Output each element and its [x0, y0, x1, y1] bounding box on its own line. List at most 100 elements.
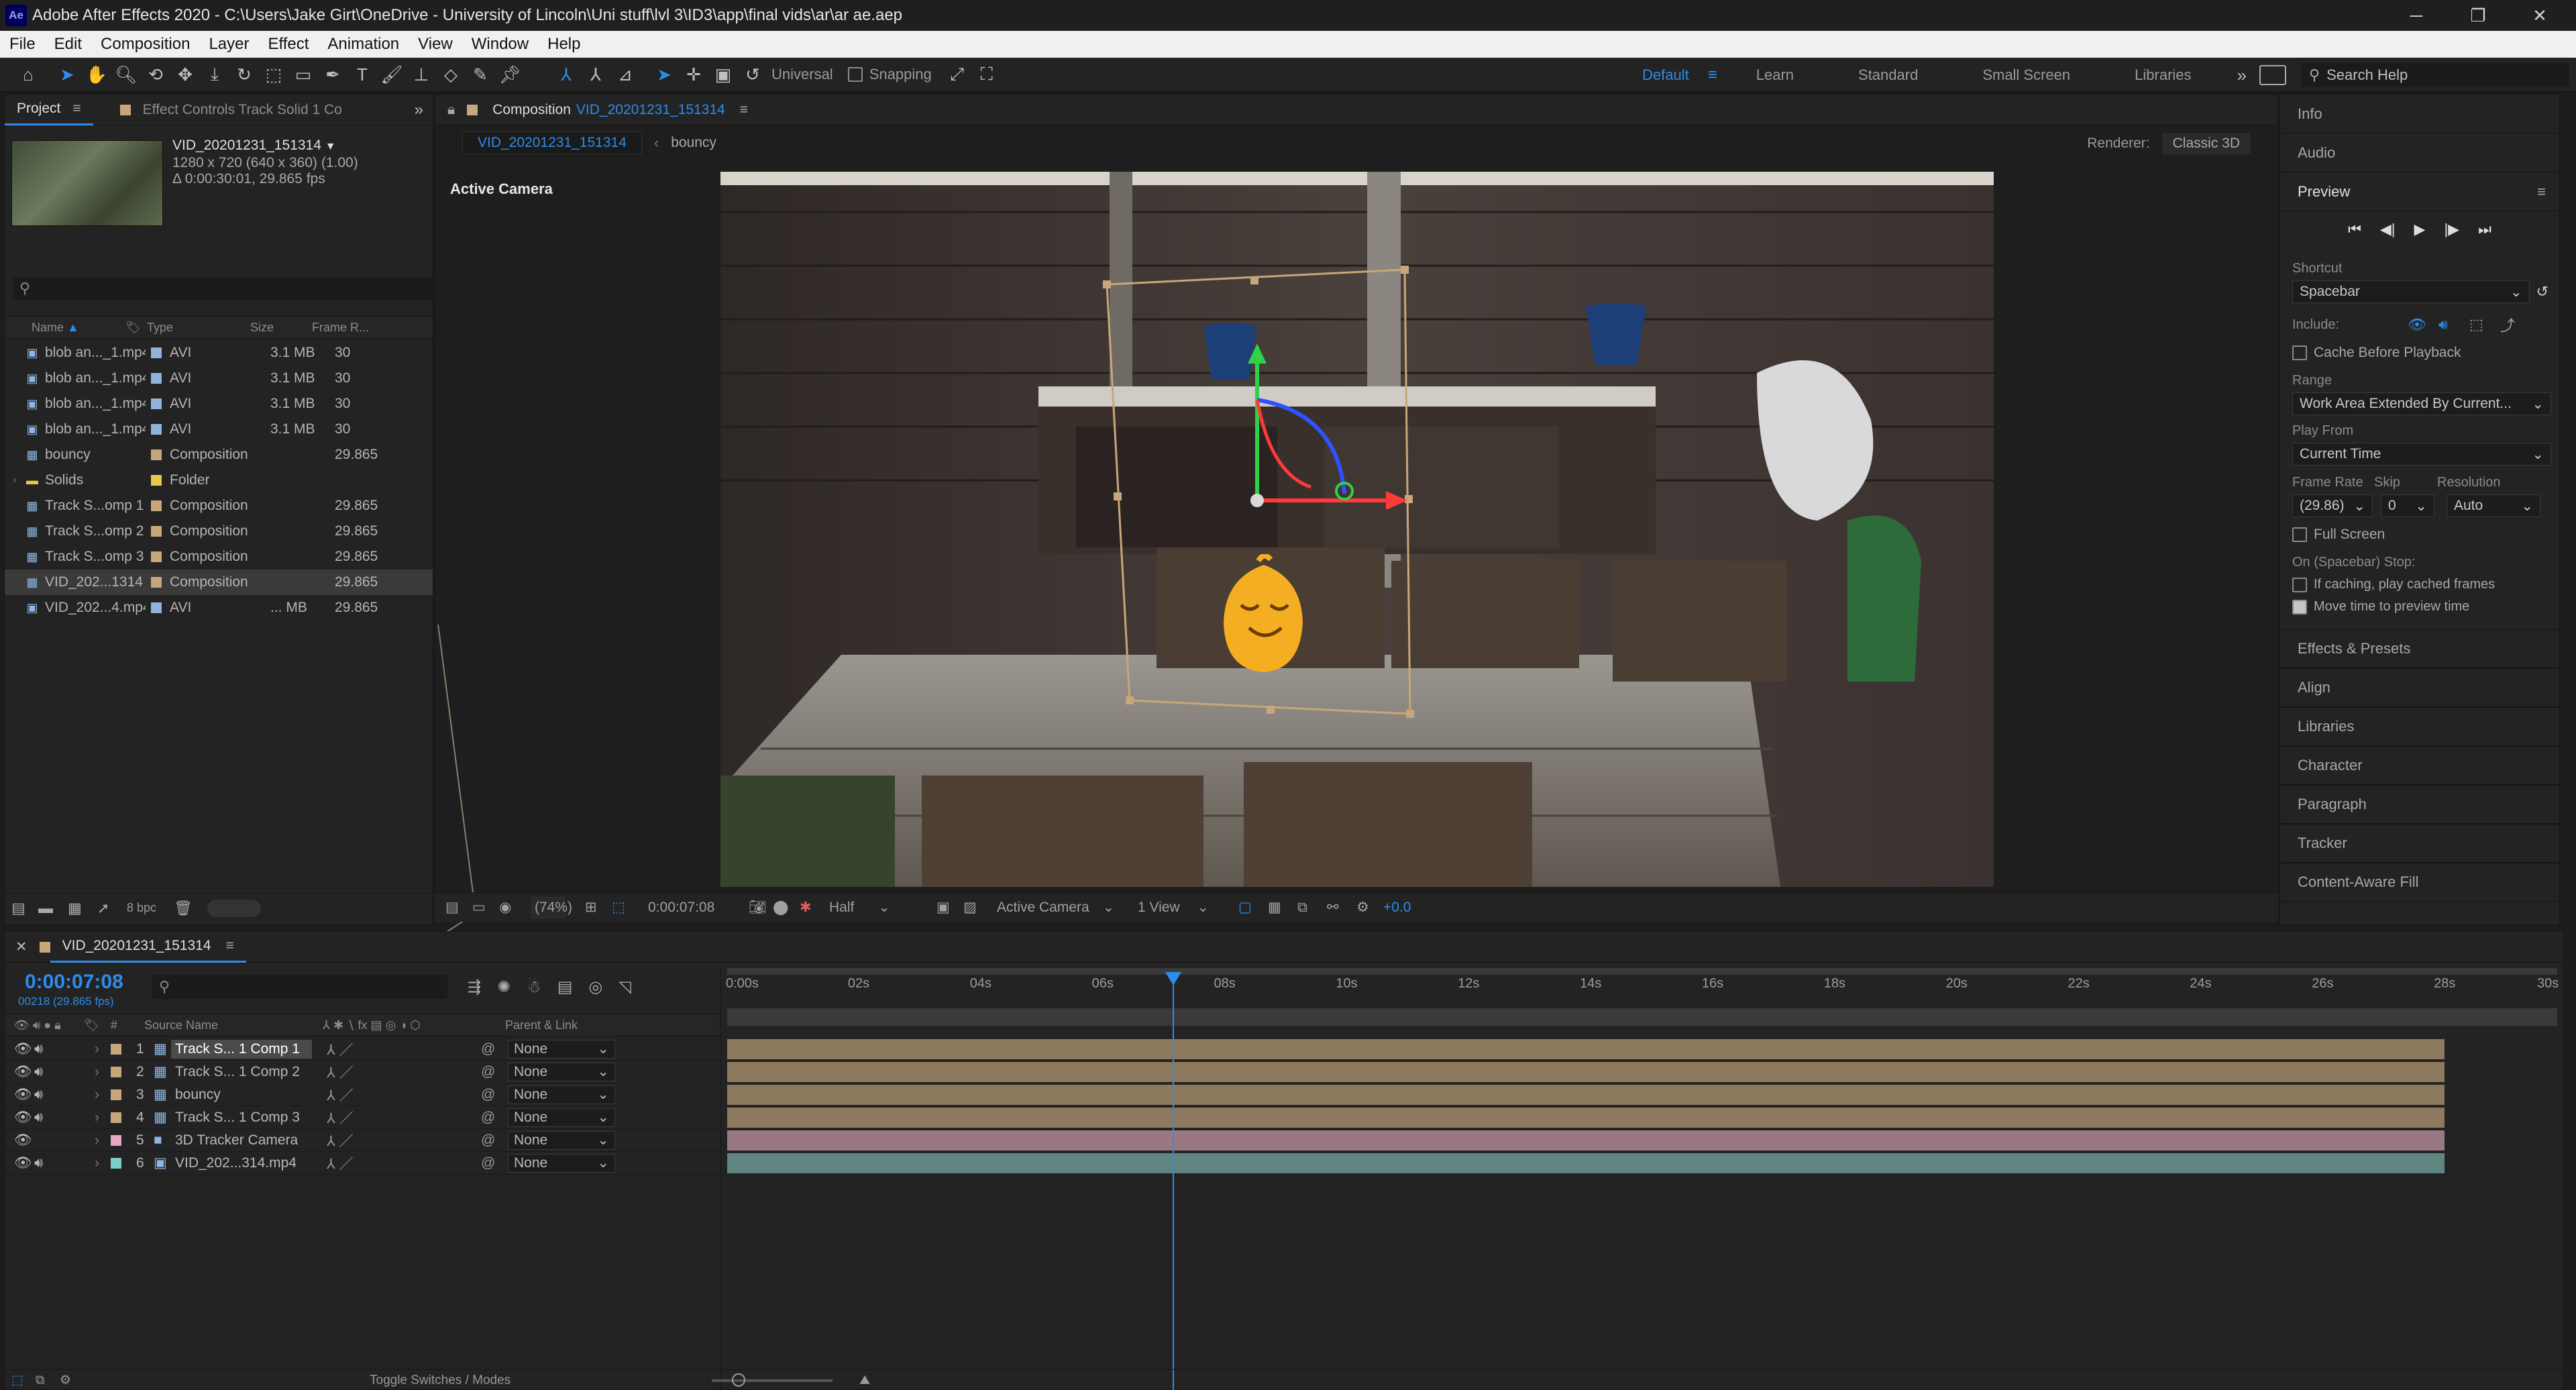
- pickwhip-icon[interactable]: @: [481, 1041, 508, 1057]
- dolly-camera-icon[interactable]: ⤓: [200, 60, 229, 89]
- layer-switches[interactable]: ⅄ ／: [327, 1062, 481, 1082]
- clone-stamp-icon[interactable]: ⊥: [407, 60, 436, 89]
- menu-layer[interactable]: Layer: [199, 35, 258, 54]
- layer-switches[interactable]: ⅄ ／: [327, 1108, 481, 1128]
- project-item[interactable]: ▦ VID_202...1314 Composition 29.865: [5, 570, 433, 595]
- snap-options-icon[interactable]: ⤢: [943, 60, 972, 89]
- layer-name[interactable]: Track S... 1 Comp 2: [171, 1063, 312, 1081]
- breadcrumb-active-comp[interactable]: VID_20201231_151314: [462, 131, 642, 154]
- transparency-grid-icon[interactable]: ⬚: [612, 899, 639, 916]
- if-caching-checkbox[interactable]: [2292, 577, 2307, 592]
- collapsed-panel-effects-presets[interactable]: Effects & Presets: [2280, 629, 2559, 668]
- layer-switches[interactable]: ⅄ ／: [327, 1085, 481, 1105]
- roto-brush-icon[interactable]: ✎: [466, 60, 495, 89]
- parent-dropdown[interactable]: None ⌄: [508, 1108, 615, 1127]
- move-time-checkbox[interactable]: [2292, 599, 2307, 614]
- layer-duration-bar[interactable]: [727, 1130, 2445, 1151]
- eraser-tool-icon[interactable]: ◇: [436, 60, 466, 89]
- menu-view[interactable]: View: [409, 35, 462, 54]
- layer-duration-bar[interactable]: [727, 1062, 2445, 1082]
- pan-behind-icon[interactable]: ⬚: [259, 60, 288, 89]
- timeline-current-time[interactable]: 0:00:07:08: [25, 971, 123, 994]
- mask-visibility-icon[interactable]: ◉: [499, 899, 531, 916]
- time-ruler[interactable]: 0:00s 02s 04s 06s 08s 10s 12s 14s 16s 18s 20s 22s 24…: [726, 968, 2559, 1008]
- visibility-eye-icon[interactable]: 👁︎: [14, 1155, 34, 1171]
- lock-icon[interactable]: 🔒︎: [447, 102, 455, 118]
- av-features-icon[interactable]: 👁︎ 🔊︎ ● 🔒︎: [14, 1018, 84, 1032]
- layer-switches[interactable]: ⅄ ／: [327, 1039, 481, 1059]
- workspace-libraries[interactable]: Libraries: [2116, 66, 2210, 84]
- project-item[interactable]: ▦ Track S...omp 3 Composition 29.865: [5, 544, 433, 570]
- pan-camera-icon[interactable]: ✥: [170, 60, 200, 89]
- always-preview-icon[interactable]: ▤: [445, 899, 472, 916]
- audio-speaker-icon[interactable]: 🔊︎: [34, 1110, 54, 1126]
- project-item[interactable]: › ▬ Solids Folder: [5, 468, 433, 493]
- parent-link-column[interactable]: Parent & Link: [505, 1018, 578, 1032]
- local-axis-icon[interactable]: ⅄: [551, 60, 581, 89]
- layer-duration-bar[interactable]: [727, 1039, 2445, 1059]
- pickwhip-icon[interactable]: @: [481, 1087, 508, 1103]
- reset-shortcut-icon[interactable]: ↺: [2536, 283, 2548, 301]
- layer-row[interactable]: 👁︎ 🔊︎ › 3 ▦ bouncy ⅄ ／ @ None ⌄: [5, 1083, 720, 1106]
- preview-menu-icon[interactable]: ≡: [2537, 183, 2546, 201]
- pickwhip-icon[interactable]: @: [481, 1155, 508, 1171]
- time-graph[interactable]: 0:00s 02s 04s 06s 08s 10s 12s 14s 16s 18s 20s 22s 24…: [720, 968, 2565, 1390]
- audio-panel-header[interactable]: Audio: [2280, 133, 2559, 172]
- layer-row[interactable]: 👁︎ 🔊︎ › 4 ▦ Track S... 1 Comp 3 ⅄ ／ @ None ⌄: [5, 1106, 720, 1129]
- collapsed-panel-libraries[interactable]: Libraries: [2280, 707, 2559, 746]
- toggle-switches-modes-button[interactable]: Toggle Switches / Modes: [370, 1373, 511, 1388]
- layer-name[interactable]: Track S... 1 Comp 3: [171, 1108, 312, 1127]
- layer-row[interactable]: 👁︎ 🔊︎ › 1 ▦ Track S... 1 Comp 1 ⅄ ／ @ None ⌄: [5, 1038, 720, 1061]
- first-frame-icon[interactable]: ⏮: [2348, 221, 2361, 238]
- project-item[interactable]: ▣ blob an..._1.mp4 AVI 3.1 MB 30: [5, 366, 433, 391]
- layer-switches-toggle-icon[interactable]: ⬚: [11, 1373, 36, 1388]
- audio-speaker-icon[interactable]: 🔊︎: [34, 1041, 54, 1057]
- next-frame-icon[interactable]: |▶: [2444, 221, 2459, 238]
- timeline-zoom-slider[interactable]: [712, 1373, 833, 1387]
- rotate-gizmo-icon[interactable]: ↺: [738, 60, 767, 89]
- world-axis-icon[interactable]: ⅄: [581, 60, 610, 89]
- camera-view-dropdown[interactable]: Active Camera ⌄: [997, 899, 1138, 916]
- view-axis-icon[interactable]: ⊿: [610, 60, 640, 89]
- motion-blur-icon[interactable]: ◎: [588, 977, 602, 997]
- collapsed-panel-content-aware-fill[interactable]: Content-Aware Fill: [2280, 863, 2559, 902]
- rotation-tool-icon[interactable]: ↻: [229, 60, 259, 89]
- visibility-eye-icon[interactable]: 👁︎: [14, 1132, 34, 1148]
- cache-before-playback-checkbox[interactable]: [2292, 345, 2307, 360]
- parent-dropdown[interactable]: None ⌄: [508, 1039, 615, 1059]
- move-gizmo-icon[interactable]: ✛: [679, 60, 708, 89]
- composition-menu-icon[interactable]: ≡: [740, 102, 748, 118]
- resolution-dropdown[interactable]: Half ⌄: [829, 899, 936, 916]
- include-audio-icon[interactable]: 🔊︎: [2438, 316, 2469, 333]
- breadcrumb-bouncy[interactable]: bouncy: [671, 135, 716, 151]
- skip-dropdown[interactable]: 0 ⌄: [2381, 494, 2434, 517]
- layer-row[interactable]: 👁︎ 🔊︎ › 6 ▣ VID_202...314.mp4 ⅄ ／ @ None ⌄: [5, 1152, 720, 1175]
- view-layout-dropdown[interactable]: 1 View ⌄: [1138, 899, 1238, 916]
- parent-dropdown[interactable]: None ⌄: [508, 1085, 615, 1104]
- minimize-button[interactable]: ─: [2388, 0, 2445, 31]
- work-area-range[interactable]: [727, 1008, 2557, 1026]
- layer-duration-bar[interactable]: [727, 1108, 2445, 1128]
- transfer-controls-icon[interactable]: ⧉: [36, 1373, 60, 1388]
- exposure-value[interactable]: +0.0: [1383, 900, 1411, 916]
- pickwhip-icon[interactable]: @: [481, 1132, 508, 1148]
- frame-blending-icon[interactable]: ▤: [557, 977, 573, 997]
- snap-target-icon[interactable]: ⛶: [972, 60, 1002, 89]
- orbit-camera-icon[interactable]: ⟲: [141, 60, 170, 89]
- project-item[interactable]: ▦ bouncy Composition 29.865: [5, 442, 433, 468]
- project-item[interactable]: ▦ Track S...omp 2 Composition 29.865: [5, 519, 433, 544]
- maximize-button[interactable]: ❐: [2450, 0, 2506, 31]
- pixel-aspect-icon[interactable]: ▢: [1238, 899, 1268, 916]
- timing-icon[interactable]: ⚙: [60, 1373, 84, 1388]
- parent-dropdown[interactable]: None ⌄: [508, 1153, 615, 1173]
- workspace-default[interactable]: Default: [1623, 66, 1708, 84]
- toggle-transparency-icon[interactable]: ▨: [963, 899, 990, 916]
- thumbnail-scroll-slider[interactable]: [207, 899, 261, 917]
- menu-file[interactable]: File: [0, 35, 45, 54]
- zoom-in-icon[interactable]: ⛰: [859, 1373, 870, 1388]
- column-name[interactable]: Name ▲: [5, 321, 125, 335]
- sync-settings-icon[interactable]: [2259, 65, 2286, 85]
- layer-name[interactable]: 3D Tracker Camera: [171, 1131, 312, 1150]
- layer-duration-bar[interactable]: [727, 1085, 2445, 1105]
- project-item[interactable]: ▣ blob an..._1.mp4 AVI 3.1 MB 30: [5, 391, 433, 417]
